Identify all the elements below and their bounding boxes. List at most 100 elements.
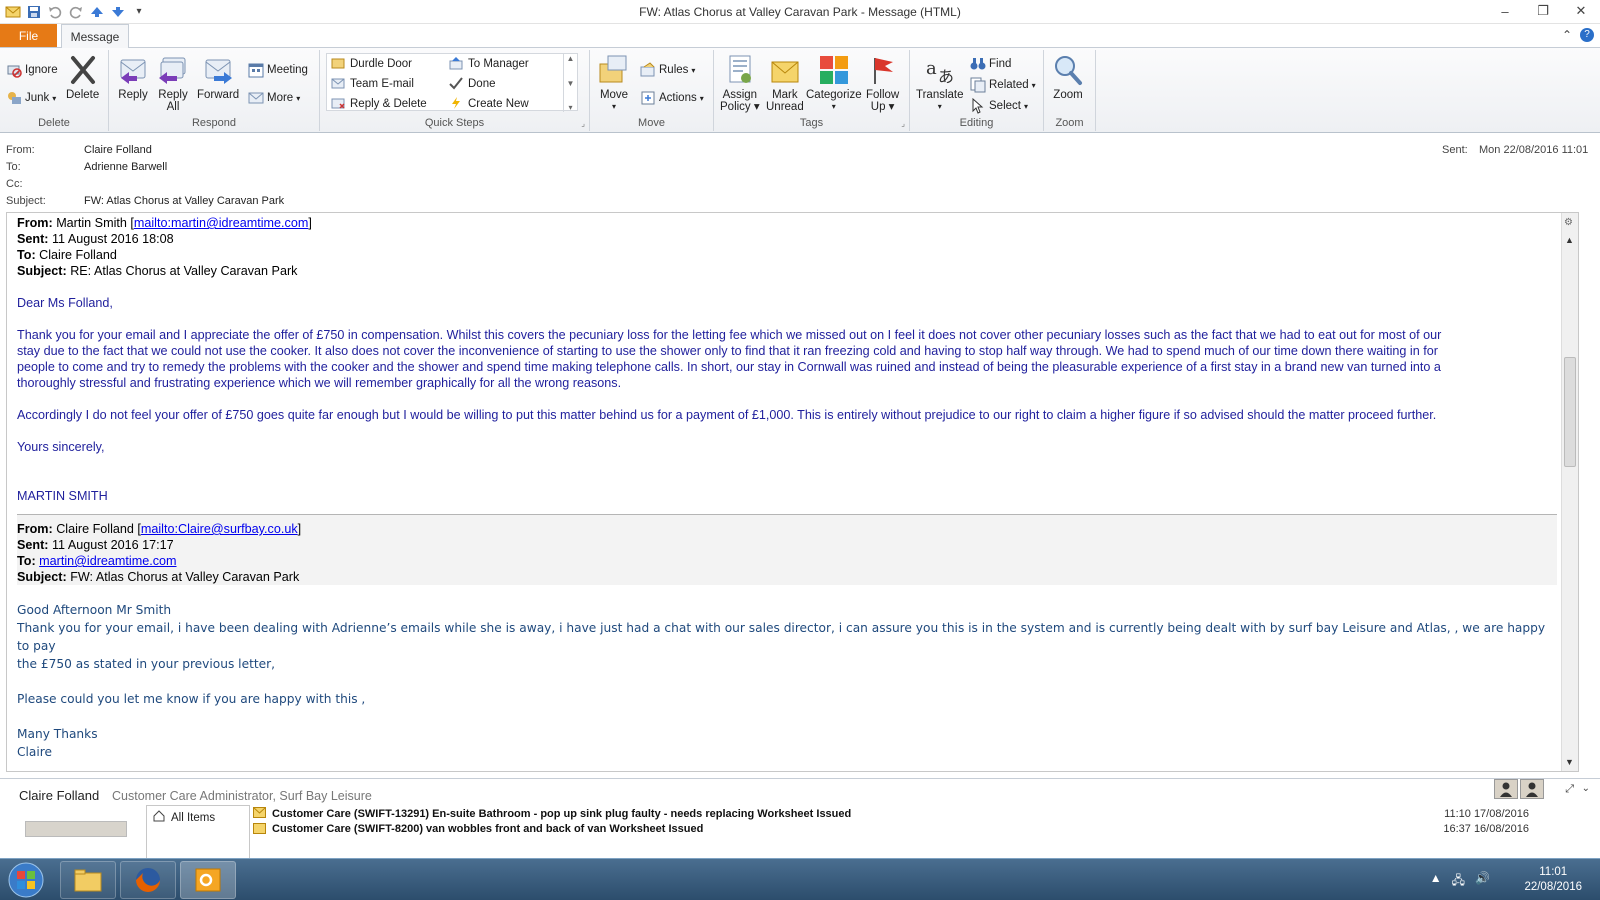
quick-step-done[interactable]: Done — [449, 76, 496, 92]
help-icon[interactable]: ? — [1580, 28, 1594, 42]
group-label-tags: Tags — [799, 117, 824, 129]
translate-button[interactable]: aあ Translate ▾ — [916, 54, 964, 113]
message-body[interactable]: From: Martin Smith [mailto:martin@idream… — [6, 212, 1579, 772]
start-button[interactable] — [4, 861, 48, 899]
scroll-up-arrow-icon[interactable]: ▲ — [1565, 235, 1574, 245]
close-button[interactable]: ✕ — [1562, 0, 1600, 22]
quick-steps-scrollbar[interactable]: ▲ ▼ ▾ — [563, 54, 577, 112]
scroll-thumb[interactable] — [1564, 357, 1576, 467]
categorize-icon — [819, 56, 848, 84]
group-move: Move ▾ Rules ▾ Actions ▾ Move — [590, 50, 714, 131]
avatar[interactable] — [1494, 779, 1518, 799]
quick-step-durdle-door[interactable]: Durdle Door — [331, 56, 412, 72]
contact-photo-large — [25, 821, 127, 837]
home-icon — [153, 810, 165, 825]
quick-step-create-new[interactable]: Create New — [449, 96, 529, 112]
binoculars-icon — [970, 56, 986, 72]
expand-gallery-icon[interactable]: ▾ — [568, 103, 572, 112]
quick-access-toolbar: ▾ — [0, 3, 148, 21]
next-item-icon[interactable] — [109, 3, 127, 21]
actions-button[interactable]: Actions ▾ — [640, 90, 704, 106]
taskbar-firefox[interactable] — [120, 861, 176, 899]
move-button[interactable]: Move ▾ — [598, 54, 630, 113]
subject-label: Subject: — [6, 195, 46, 207]
reply-button[interactable]: Reply — [117, 54, 149, 101]
redo-icon[interactable] — [67, 3, 85, 21]
tree-item-all-items[interactable]: All Items — [153, 810, 215, 825]
zoom-button[interactable]: Zoom — [1052, 54, 1084, 101]
reply-name: Claire — [17, 745, 52, 759]
cc-label: Cc: — [6, 178, 23, 190]
scroll-down-arrow-icon[interactable]: ▼ — [1565, 757, 1574, 767]
forward-button[interactable]: Forward — [197, 54, 239, 101]
list-item[interactable]: Customer Care (SWIFT-13291) En-suite Bat… — [253, 805, 1569, 823]
to-value[interactable]: Adrienne Barwell — [84, 161, 167, 173]
delete-button[interactable]: Delete — [66, 54, 99, 101]
reply-icon — [120, 59, 146, 84]
follow-up-button[interactable]: Follow Up ▾ — [866, 54, 899, 113]
scroll-down-icon[interactable]: ▼ — [567, 79, 575, 88]
reply-question: Please could you let me know if you are … — [17, 692, 366, 706]
related-button[interactable]: Related ▾ — [970, 77, 1036, 93]
to-manager-icon — [449, 56, 465, 72]
quick-step-reply-delete[interactable]: Reply & Delete — [331, 96, 427, 112]
mailto-claire-link[interactable]: mailto:Claire@surfbay.co.uk — [141, 522, 298, 536]
minimize-button[interactable]: – — [1486, 0, 1524, 22]
quoted-header-2: From: Claire Folland [mailto:Claire@surf… — [17, 515, 1557, 585]
rules-button[interactable]: Rules ▾ — [640, 62, 695, 78]
martin-email-link[interactable]: martin@idreamtime.com — [39, 554, 176, 568]
related-icon — [970, 77, 986, 93]
reply-all-icon — [159, 57, 186, 84]
window-title: FW: Atlas Chorus at Valley Caravan Park … — [639, 4, 961, 19]
collapse-ribbon-icon[interactable]: ⌃ — [1562, 28, 1572, 42]
dialog-launcher-icon[interactable]: ⌟ — [581, 119, 585, 128]
expand-pane-icon[interactable]: ⤢ — [1565, 783, 1574, 796]
show-hidden-icons-icon[interactable]: ▲ — [1430, 871, 1442, 892]
ignore-icon — [6, 62, 22, 78]
volume-icon[interactable]: 🔊 — [1475, 871, 1490, 892]
ignore-button[interactable]: Ignore — [6, 62, 58, 78]
group-label-editing: Editing — [959, 117, 994, 129]
restore-button[interactable]: ❐ — [1524, 0, 1562, 22]
taskbar-explorer[interactable] — [60, 861, 116, 899]
assign-policy-button[interactable]: Assign Policy ▾ — [720, 54, 760, 113]
network-icon[interactable]: 🖧 — [1452, 871, 1465, 892]
mailto-martin-link[interactable]: mailto:martin@idreamtime.com — [134, 216, 308, 230]
message-content: From: Martin Smith [mailto:martin@idream… — [17, 215, 1557, 761]
magnifier-icon — [1055, 56, 1082, 85]
clock[interactable]: 11:01 22/08/2016 — [1524, 865, 1582, 895]
list-item[interactable]: Customer Care (SWIFT-8200) van wobbles f… — [253, 823, 1569, 835]
scroll-settings-icon[interactable]: ⚙ — [1564, 217, 1573, 228]
previous-item-icon[interactable] — [88, 3, 106, 21]
meeting-button[interactable]: Meeting — [248, 62, 308, 78]
categorize-button[interactable]: Categorize ▾ — [806, 54, 862, 113]
undo-icon[interactable] — [46, 3, 64, 21]
quick-step-to-manager[interactable]: To Manager — [449, 56, 529, 72]
from-value[interactable]: Claire Folland — [84, 144, 152, 156]
quick-step-team-email[interactable]: Team E-mail — [331, 76, 414, 92]
collapse-pane-icon[interactable]: ⌄ — [1582, 783, 1590, 794]
customize-toolbar-icon[interactable]: ▾ — [130, 3, 148, 21]
scroll-up-icon[interactable]: ▲ — [567, 54, 575, 63]
select-button[interactable]: Select ▾ — [970, 97, 1028, 114]
tab-message[interactable]: Message — [61, 24, 129, 48]
tags-dialog-launcher-icon[interactable]: ⌟ — [901, 119, 905, 128]
more-respond-button[interactable]: More ▾ — [248, 90, 300, 106]
save-icon[interactable] — [25, 3, 43, 21]
reply-all-button[interactable]: Reply All — [157, 54, 189, 113]
people-pane-name[interactable]: Claire Folland — [19, 788, 99, 803]
greeting-2: Good Afternoon Mr Smith — [17, 603, 172, 617]
delete-x-icon — [70, 56, 95, 84]
outlook-envelope-icon — [4, 3, 22, 21]
group-label-respond: Respond — [191, 117, 237, 129]
quoted-header-1: From: Martin Smith [mailto:martin@idream… — [17, 216, 312, 278]
to-label: To: — [6, 161, 21, 173]
system-tray: ▲ 🖧 🔊 — [1430, 871, 1490, 892]
tab-file[interactable]: File — [0, 24, 57, 47]
body-vertical-scrollbar[interactable]: ⚙ ▲ ▼ — [1561, 213, 1578, 771]
mark-unread-button[interactable]: Mark Unread — [766, 54, 804, 113]
avatar[interactable] — [1520, 779, 1544, 799]
taskbar-outlook[interactable] — [180, 861, 236, 899]
find-button[interactable]: Find — [970, 56, 1011, 72]
junk-button[interactable]: Junk ▾ — [6, 90, 56, 106]
